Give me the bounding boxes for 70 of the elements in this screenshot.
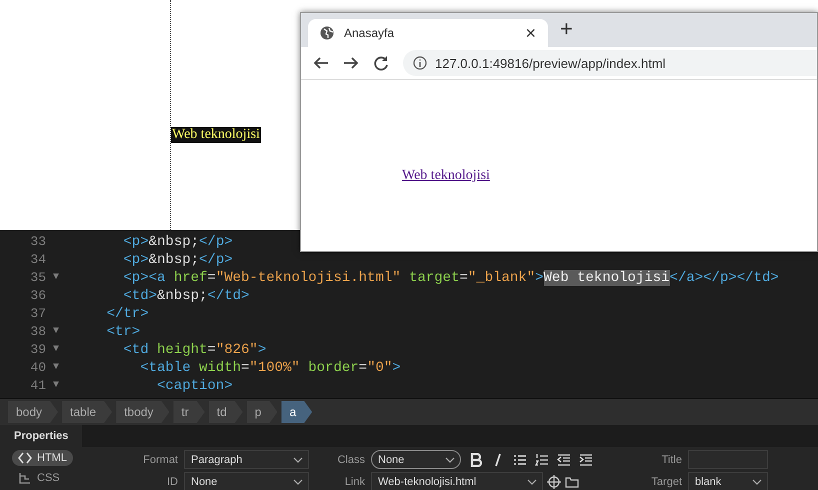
forward-icon[interactable] (343, 55, 359, 71)
new-tab-button[interactable]: + (560, 16, 573, 42)
line-number: 41 (29, 377, 46, 395)
fold-toggle[interactable]: ▼ (49, 323, 63, 341)
breadcrumb-tag[interactable]: a (281, 401, 312, 423)
id-label: ID (166, 476, 178, 488)
format-select[interactable]: Paragraph (184, 450, 309, 469)
chevron-icon (527, 478, 537, 484)
breadcrumb-tag[interactable]: td (208, 401, 243, 423)
hierarchy-icon (18, 472, 32, 484)
line-number: 35 (29, 269, 46, 287)
outdent-icon[interactable] (557, 452, 571, 466)
target-select[interactable]: blank (688, 472, 768, 490)
ordered-list-icon[interactable] (535, 452, 549, 466)
info-icon (413, 56, 427, 70)
breadcrumb-tag[interactable]: table (62, 401, 112, 423)
format-label: Format (142, 454, 178, 466)
link-label: Link (344, 476, 365, 488)
code-line: <caption> (156, 377, 233, 395)
code-brackets-icon (18, 452, 32, 464)
line-number: 40 (29, 359, 46, 377)
tab-title: Anasayfa (344, 26, 396, 40)
code-line: </tr> (106, 305, 149, 323)
unordered-list-icon[interactable] (513, 452, 527, 466)
breadcrumb-tag[interactable]: tbody (116, 401, 170, 423)
breadcrumb-tag[interactable]: p (246, 401, 278, 423)
breadcrumb-tag[interactable]: body (8, 401, 58, 423)
code-line: <td>&nbsp;</td> (122, 287, 250, 305)
globe-icon (320, 26, 334, 40)
line-number: 37 (29, 305, 46, 323)
code-line: <table width="100%" border="0"> (139, 359, 401, 377)
fold-toggle[interactable]: ▼ (49, 359, 63, 377)
code-line: <td height="826"> (122, 341, 266, 359)
title-label: Title (660, 454, 682, 466)
address-bar[interactable]: 127.0.0.1:49816/preview/app/index.html (403, 50, 817, 76)
bold-icon[interactable] (469, 452, 483, 466)
class-label: Class (336, 454, 365, 466)
class-select[interactable]: None (371, 450, 461, 469)
link-field[interactable]: Web-teknolojisi.html (371, 472, 543, 490)
line-number: 39 (29, 341, 46, 359)
code-line: <p>&nbsp;</p> (122, 233, 233, 251)
line-number: 36 (29, 287, 46, 305)
selected-link-text: Web teknolojisi (171, 127, 261, 143)
line-number: 38 (29, 323, 46, 341)
mode-button[interactable]: CSS (12, 470, 66, 486)
line-number: 33 (29, 233, 46, 251)
properties-tab[interactable]: Properties (0, 425, 82, 447)
code-line: <tr> (106, 323, 140, 341)
reload-icon[interactable] (373, 55, 389, 71)
folder-icon[interactable] (565, 474, 579, 488)
fold-toggle[interactable]: ▼ (49, 377, 63, 395)
back-icon[interactable] (313, 55, 329, 71)
chevron-icon (293, 478, 303, 484)
breadcrumb-tag[interactable]: tr (173, 401, 205, 423)
fold-toggle[interactable]: ▼ (49, 269, 63, 287)
chevron-icon (293, 456, 303, 462)
target-label: Target (650, 476, 682, 488)
browser-tab[interactable]: Anasayfa × (308, 19, 548, 47)
code-line: <p><a href="Web-teknolojisi.html" target="_blank">Web teknolojisi</a></p></td> (122, 269, 779, 287)
close-tab-button[interactable]: × (525, 22, 536, 44)
crosshair-icon[interactable] (547, 474, 561, 488)
fold-toggle[interactable]: ▼ (49, 341, 63, 359)
page-link[interactable]: Web teknolojisi (402, 168, 490, 184)
indent-icon[interactable] (579, 452, 593, 466)
code-line: <p>&nbsp;</p> (122, 251, 233, 269)
line-number: 34 (29, 251, 46, 269)
mode-button[interactable]: HTML (12, 450, 73, 466)
chevron-icon (445, 456, 455, 462)
id-select[interactable]: None (184, 472, 309, 490)
chevron-icon (752, 478, 762, 484)
